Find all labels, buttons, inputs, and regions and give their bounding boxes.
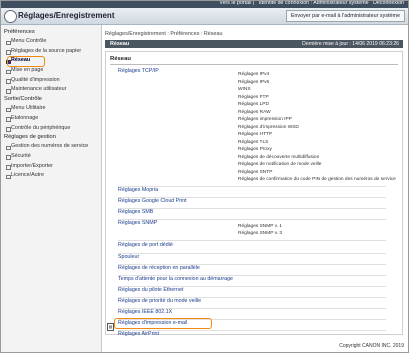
mail-admin-button[interactable]: Envoyer par e-mail à l'administrateur sy… [285,10,405,22]
sidebar-item-calibration[interactable]: Etalonnage [1,114,101,124]
link-mopria[interactable]: Réglages Mopria [118,187,158,193]
link-dedicated-port[interactable]: Réglages de port dédié [118,242,173,248]
logout-link[interactable]: Déconnexion [373,1,404,6]
divider [118,253,386,254]
sidebar-item-service-numbers[interactable]: Gestion des numéros de service [1,142,101,152]
link-parallel-reception[interactable]: Réglages de réception en parallèle [118,265,200,271]
divider [118,240,386,241]
copyright: Copyright CANON INC. 2019 [339,343,404,349]
link-airprint[interactable]: Réglages AirPrint [118,331,159,337]
tcpip-sub-sntp: Réglages SNTP [238,169,273,175]
sidebar-section-preferences[interactable]: Préférences [1,28,101,37]
section-bar: Réseau Dernière mise à jour : 14/06 2019… [105,40,403,48]
tcpip-sub-tls: Réglages TLS [238,139,269,145]
tcpip-sub-ipv6: Réglages IPv6 [238,79,270,85]
header: Réglages/Enregistrement Envoyer par e-ma… [1,8,408,25]
divider [118,219,386,220]
print-page-icon[interactable]: ▤ [107,323,114,331]
sidebar-item-import-export[interactable]: Importer/Exporter [1,162,101,172]
sidebar-item-device-control[interactable]: Contrôle du périphérique [1,124,101,134]
sidebar-item-utility-menu[interactable]: Menu Utilitaire [1,104,101,114]
link-ethernet-driver[interactable]: Réglages du pilote Ethernet [118,287,183,293]
tcpip-sub-wsd: Réglages d'impression WSD [238,124,299,130]
network-highlight [7,56,45,67]
bar-title: Réseau [110,41,130,47]
page-title: Réglages/Enregistrement [18,11,115,20]
sidebar-item-user-maintenance[interactable]: Maintenance utilisateur [1,85,101,95]
sidebar: Préférences Menu Contrôle Réglages de la… [1,25,102,352]
last-update: Dernière mise à jour : 14/06 2019 06:23:… [302,41,399,47]
tcpip-sub-ipp: Réglages impression IPP [238,117,292,122]
divider [118,186,386,187]
section-title: Réseau [110,56,131,62]
link-google-cloud-print[interactable]: Réglages Google Cloud Print [118,198,187,204]
sidebar-item-layout[interactable]: Mise en page [1,66,101,76]
top-links: Vers le portail | Identité de connexion … [219,0,404,6]
sidebar-section-management[interactable]: Réglages de gestion [1,133,101,142]
login-identity: Identité de connexion : Administrateur s… [258,0,369,6]
sidebar-item-paper-source[interactable]: Réglages de la source papier [1,47,101,57]
link-smb[interactable]: Réglages SMB [118,209,153,215]
network-panel: Réseau Réglages TCP/IP Réglages IPv4 Rég… [105,51,403,337]
link-spooler[interactable]: Spouleur [118,254,139,260]
snmp-sub-v3: Réglages SNMP v. 3 [238,231,283,236]
section-divider [110,64,398,65]
divider [118,208,386,209]
link-snmp[interactable]: Réglages SNMP [118,220,157,226]
window: Vers le portail | Identité de connexion … [0,0,409,353]
tcpip-sub-multicast: Réglages de découverte multidiffusion [238,154,320,160]
sidebar-item-menu-control[interactable]: Menu Contrôle [1,37,101,47]
breadcrumb: Réglages/Enregistrement : Préférences : … [105,31,223,37]
portal-link[interactable]: Vers le portail [219,1,251,6]
link-sleep-priority[interactable]: Réglages de priorité du mode veille [118,298,201,304]
sidebar-item-security[interactable]: Sécurité [1,152,101,162]
tcpip-sub-http: Réglages HTTP [238,132,273,137]
tcpip-sub-proxy: Réglages Proxy [238,147,272,152]
tcpip-sub-sleep-notif: Réglages de notification de mode veille [238,162,322,167]
snmp-sub-v1: Réglages SNMP v. 1 [238,224,283,229]
link-ieee8021x[interactable]: Réglages IEEE 802.1X [118,309,172,315]
link-tcpip[interactable]: Réglages TCP/IP [118,68,159,74]
link-startup-wait[interactable]: Temps d'attente pour la connexion au dém… [118,276,233,282]
tcpip-sub-pin: Réglages de confirmation du code PIN de … [238,177,396,182]
sidebar-item-print-quality[interactable]: Qualité d'impression [1,76,101,86]
main-content: Réglages/Enregistrement : Préférences : … [105,25,407,345]
tcpip-sub-raw: Réglages RAW [238,109,271,115]
tcpip-sub-wins: WINS [238,87,251,92]
sidebar-item-license[interactable]: Licence/Autre [1,171,101,181]
settings-logo-icon [4,10,17,23]
tcpip-sub-lpd: Réglages LPD [238,102,269,107]
tcpip-sub-ipv4: Réglages IPv4 [238,72,270,77]
top-bar: Vers le portail | Identité de connexion … [1,1,408,8]
email-print-highlight [114,318,212,329]
tcpip-sub-ftp: Réglages FTP [238,94,269,100]
sidebar-section-output[interactable]: Sortie/Contrôle [1,95,101,104]
